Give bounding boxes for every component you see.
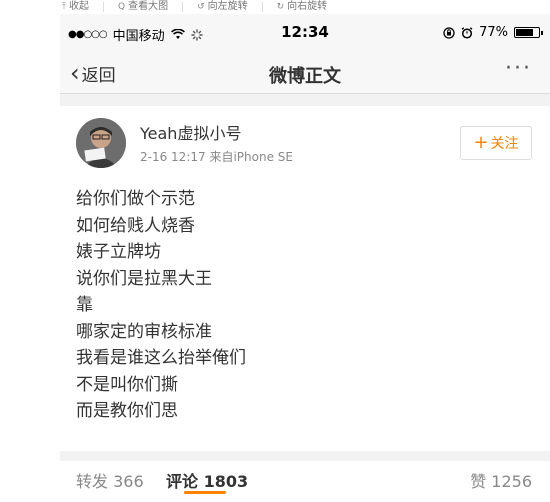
tab-repost[interactable]: 转发 366 — [76, 468, 144, 492]
post-text-line: 靠 — [76, 295, 93, 315]
toolbar-divider — [261, 2, 263, 12]
rotate-right-button[interactable]: ↻ 向右旋转 — [277, 1, 328, 13]
view-large-image-label: 查看大图 — [128, 1, 169, 12]
tab-comment[interactable]: 评论 1803 — [166, 468, 248, 492]
toolbar-divider — [182, 2, 184, 12]
more-options-icon[interactable]: ··· — [505, 56, 532, 81]
plus-icon: + — [473, 132, 489, 153]
battery-fill — [516, 29, 533, 36]
toolbar-divider — [102, 2, 104, 12]
avatar-image — [76, 118, 126, 168]
status-bar: ●●○○○ 中国移动 12:34 77% — [60, 14, 550, 52]
post-text: 给你们做个示范 如何给贱人烧香 婊子立牌坊 说你们是拉黑大王 靠 哪家定的审核标… — [76, 186, 246, 425]
post-text-line: 而是教你们思 — [76, 401, 178, 421]
rotate-right-icon: ↻ — [276, 2, 285, 12]
post-text-line: 说你们是拉黑大王 — [76, 268, 212, 289]
post-tabs: 转发 366 评论 1803 赞 1256 — [60, 461, 550, 502]
post-text-line: 哪家定的审核标准 — [76, 321, 212, 342]
page-title: 微博正文 — [269, 66, 341, 87]
battery-icon — [514, 27, 543, 38]
battery-percent: 77% — [479, 25, 508, 40]
follow-label: 关注 — [490, 136, 519, 152]
rotate-right-label: 向右旋转 — [287, 1, 328, 12]
post-text-line: 婊子立牌坊 — [76, 242, 161, 262]
magnifier-icon: Q — [117, 2, 126, 12]
rotate-left-button[interactable]: ↺ 向左旋转 — [197, 1, 248, 13]
collapse-icon: ⤒ — [62, 2, 66, 12]
post-meta: 2-16 12:17 来自iPhone SE — [140, 150, 293, 164]
rotate-left-label: 向左旋转 — [207, 1, 248, 12]
post-card: Yeah虚拟小号 2-16 12:17 来自iPhone SE + 关注 给你们… — [60, 106, 550, 451]
active-tab-indicator — [184, 491, 226, 494]
phone-screen: ●●○○○ 中国移动 12:34 77% ‹ 返回 微博正文 ··· Yeah虚… — [60, 14, 550, 502]
follow-button[interactable]: + 关注 — [460, 126, 532, 160]
rotate-left-icon: ↺ — [197, 2, 205, 12]
alarm-icon — [461, 26, 473, 39]
post-text-line: 如何给贱人烧香 — [76, 215, 195, 236]
post-text-line: 给你们做个示范 — [76, 189, 195, 209]
collapse-label: 收起 — [68, 1, 89, 12]
post-text-line: 我看是谁这么抬举俺们 — [76, 348, 246, 368]
view-large-image-button[interactable]: Q 查看大图 — [118, 1, 168, 13]
post-text-line: 不是叫你们撕 — [76, 374, 178, 395]
image-viewer-toolbar: ⤒ 收起 Q 查看大图 ↺ 向左旋转 ↻ 向右旋转 — [0, 0, 550, 14]
tab-like[interactable]: 赞 1256 — [470, 468, 532, 492]
post-username[interactable]: Yeah虚拟小号 — [140, 120, 241, 144]
status-right: 77% — [443, 25, 543, 40]
avatar[interactable] — [76, 118, 126, 168]
collapse-button[interactable]: ⤒ 收起 — [62, 1, 89, 13]
orientation-lock-icon — [443, 26, 455, 39]
nav-bar: ‹ 返回 微博正文 ··· — [60, 52, 550, 94]
